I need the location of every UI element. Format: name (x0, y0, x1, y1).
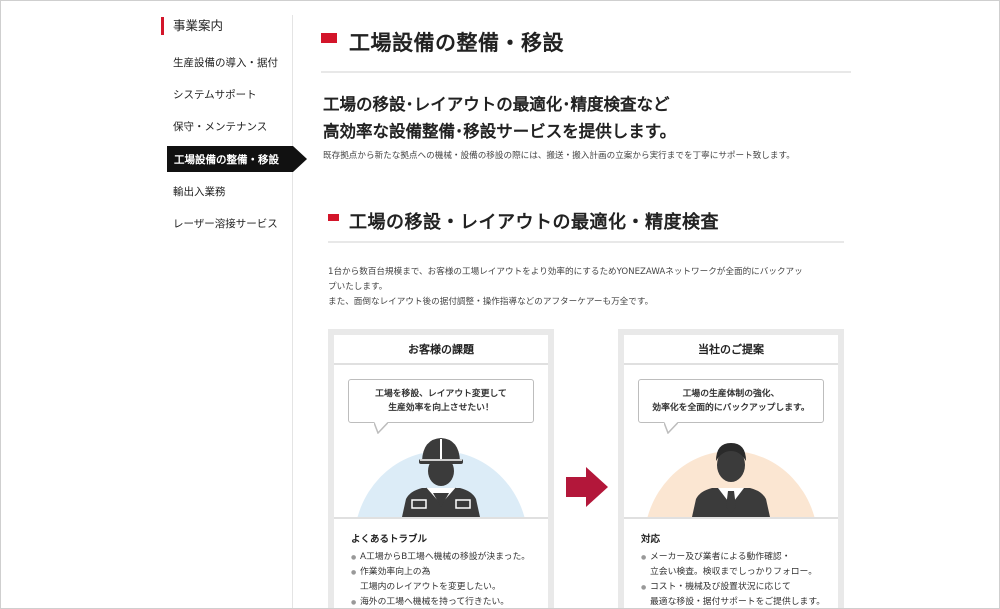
list-item: コスト・機械及び設置状況に応じて (641, 580, 825, 595)
section-marker-icon (328, 214, 339, 221)
customer-issue-card: お客様の課題 工場を移設、レイアウト変更して 生産効率を向上させたい！ よくある… (328, 329, 554, 608)
businessman-icon (647, 443, 815, 517)
section-body-line-3: また、面倒なレイアウト後の据付調整・操作指導などのアフターケアーも万全です。 (328, 297, 654, 307)
customer-illustration (334, 433, 548, 517)
description-text: 既存拠点から新たな拠点への機械・設備の移設の際には、搬送・搬入計画の立案から実行… (323, 151, 795, 161)
lead-text: 工場の移設･レイアウトの最適化･精度検査など 高効率な設備整備･移設サービスを提… (323, 91, 676, 145)
sidebar-item-laser-welding[interactable]: レーザー溶接サービス (173, 216, 278, 231)
customer-bubble-line-2: 生産効率を向上させたい！ (388, 403, 494, 413)
speech-bubble-tail-icon (374, 422, 388, 434)
our-proposal-card: 当社のご提案 工場の生産体制の強化、 効率化を全面的にバックアップします。 対応… (618, 329, 844, 608)
sidebar-item-relocation-active[interactable]: 工場設備の整備・移設 (167, 146, 307, 172)
page-title: 工場設備の整備・移設 (349, 31, 564, 55)
sidebar-item-label-active: 工場設備の整備・移設 (174, 154, 279, 166)
page-frame: 事業案内 生産設備の導入・据付 システムサポート 保守・メンテナンス 工場設備の… (0, 0, 1000, 609)
sidebar-item-installation[interactable]: 生産設備の導入・据付 (173, 55, 278, 70)
customer-card-divider (334, 517, 548, 519)
list-item: メーカー及び業者による動作確認・ (641, 550, 825, 565)
sidebar-item-maintenance[interactable]: 保守・メンテナンス (173, 119, 267, 134)
list-item: 作業効率向上の為 (351, 565, 530, 580)
section-title: 工場の移設・レイアウトの最適化・精度検査 (349, 212, 719, 233)
customer-speech-bubble: 工場を移設、レイアウト変更して 生産効率を向上させたい！ (348, 379, 534, 423)
proposal-illustration (624, 433, 838, 517)
proposal-bubble-line-1: 工場の生産体制の強化、 (682, 389, 780, 399)
proposal-speech-bubble: 工場の生産体制の強化、 効率化を全面的にバックアップします。 (638, 379, 824, 423)
section-body-line-1: 1台から数百台規模まで、お客様の工場レイアウトをより効率的にするためYONEZA… (328, 267, 803, 277)
sidebar-item-system-support[interactable]: システムサポート (173, 87, 257, 102)
our-proposal-card-body: 当社のご提案 工場の生産体制の強化、 効率化を全面的にバックアップします。 対応… (624, 335, 838, 608)
section-body: 1台から数百台規模まで、お客様の工場レイアウトをより効率的にするためYONEZA… (328, 265, 803, 310)
section-body-line-2: プいたします。 (328, 282, 388, 292)
lead-line-1: 工場の移設･レイアウトの最適化･精度検査など (323, 95, 670, 114)
common-trouble-list: A工場からB工場へ機械の移設が決まった。 作業効率向上の為 工場内のレイアウトを… (351, 550, 530, 608)
sidebar-nav: 事業案内 生産設備の導入・据付 システムサポート 保守・メンテナンス 工場設備の… (159, 15, 307, 608)
our-proposal-heading: 当社のご提案 (624, 335, 838, 365)
customer-bubble-line-1: 工場を移設、レイアウト変更して (375, 389, 507, 399)
proposal-card-divider (624, 517, 838, 519)
proposal-bubble-line-2: 効率化を全面的にバックアップします。 (652, 403, 810, 413)
lead-line-2: 高効率な設備整備･移設サービスを提供します。 (323, 122, 677, 141)
sidebar-item-import-export[interactable]: 輸出入業務 (173, 184, 226, 199)
list-item-continuation: 工場内のレイアウトを変更したい。 (360, 582, 501, 592)
sidebar-title: 事業案内 (161, 17, 223, 35)
speech-bubble-tail-icon (664, 422, 678, 434)
customer-issue-card-body: お客様の課題 工場を移設、レイアウト変更して 生産効率を向上させたい！ よくある… (334, 335, 548, 608)
response-list: メーカー及び業者による動作確認・ 立会い検査。検収までしっかりフォロー。 コスト… (641, 550, 826, 608)
common-trouble-title: よくあるトラブル (351, 534, 428, 545)
right-arrow-icon (566, 467, 608, 507)
customer-issue-heading: お客様の課題 (334, 335, 548, 365)
response-title: 対応 (641, 534, 661, 545)
list-item-continuation: 最適な移設・据付サポートをご提供します。 (650, 597, 826, 607)
list-item: A工場からB工場へ機械の移設が決まった。 (351, 550, 530, 565)
section-divider (328, 241, 844, 243)
list-item: 海外の工場へ機械を持って行きたい。 (351, 595, 530, 608)
title-divider (321, 71, 851, 73)
worker-helmet-icon (357, 438, 525, 517)
title-marker-icon (321, 33, 339, 43)
list-item-continuation: 立会い検査。検収までしっかりフォロー。 (650, 567, 818, 577)
